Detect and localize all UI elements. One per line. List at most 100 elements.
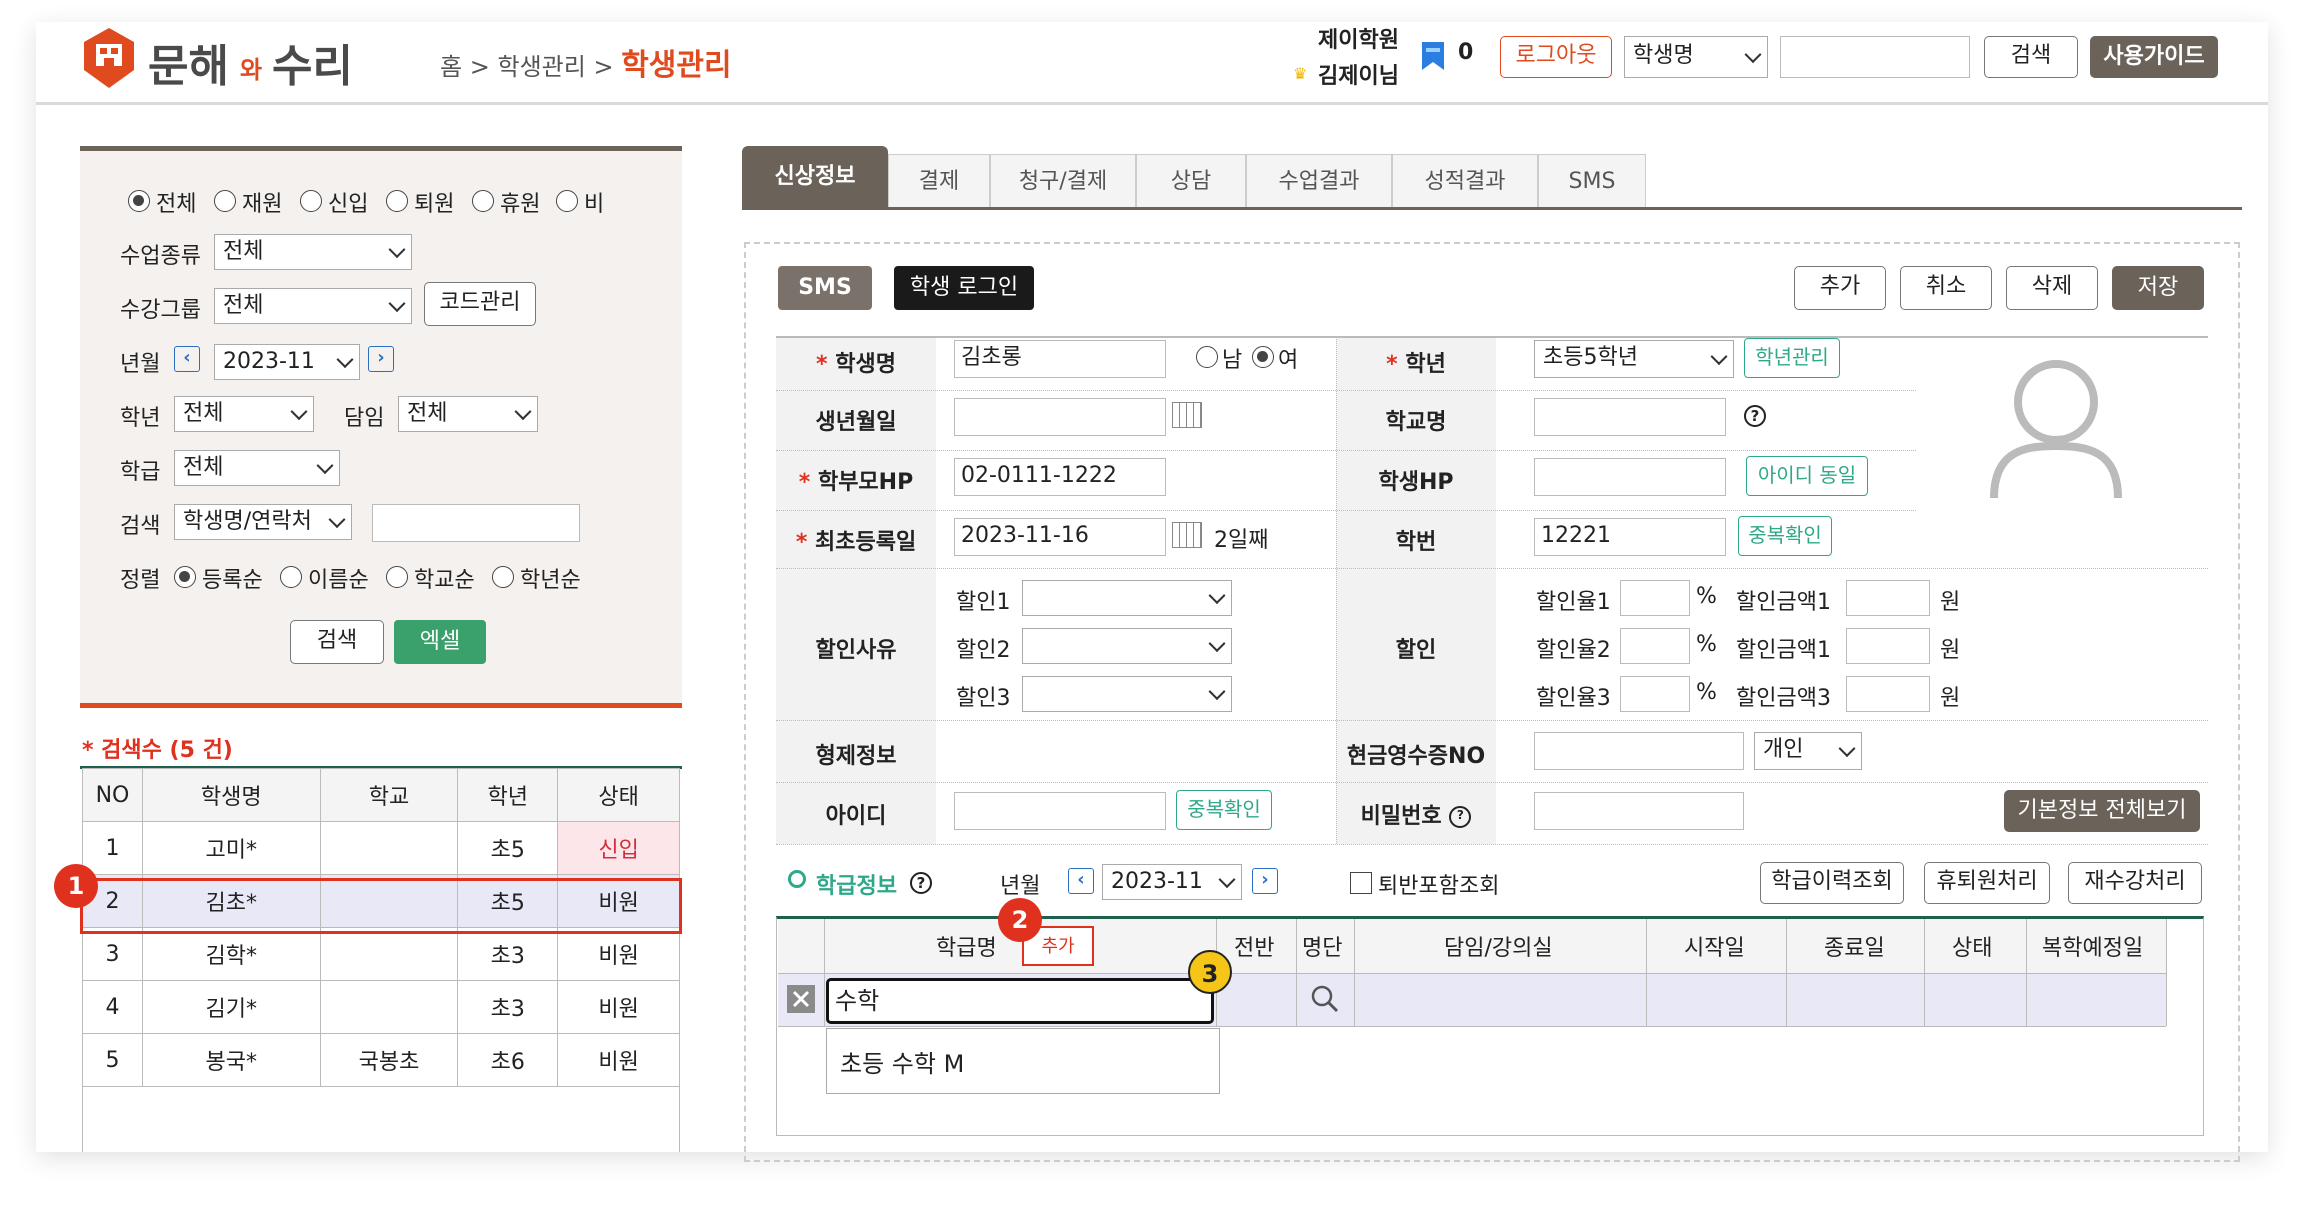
leave-quit-button[interactable]: 휴퇴원처리 [1924,862,2050,904]
same-as-id-button[interactable]: 아이디 동일 [1746,456,1868,496]
col-header-no[interactable]: NO [82,768,143,822]
include-quit-checkbox[interactable] [1350,872,1372,894]
remove-row-icon[interactable] [786,984,816,1014]
table-row[interactable]: 5 봉국* 국봉초 초6 비원 [82,1033,680,1087]
amount-3-input[interactable] [1846,676,1930,712]
id-dup-button[interactable]: 중복확인 [1176,790,1272,830]
student-no-dup-button[interactable]: 중복확인 [1738,516,1832,556]
delete-button[interactable]: 삭제 [2006,266,2098,310]
user-guide-button[interactable]: 사용가이드 [2090,36,2218,78]
parent-hp-input[interactable]: 02-0111-1222 [954,458,1166,496]
calendar-icon[interactable] [1172,522,1202,548]
brand-logo[interactable]: 문해 와 수리 [80,26,370,96]
col-header-name[interactable]: 학생명 [141,768,321,822]
filter-search-input[interactable] [372,504,580,542]
student-hp-input[interactable] [1534,458,1726,496]
class-next-month-button[interactable]: › [1252,868,1278,894]
group-select[interactable]: 전체 [214,288,412,324]
teacher-select[interactable]: 전체 [398,396,538,432]
sms-button[interactable]: SMS [778,266,872,310]
student-grade-select[interactable]: 초등5학년 [1534,340,1734,378]
tab-personal[interactable]: 신상정보 [742,146,888,208]
help-icon[interactable]: ? [1449,806,1472,828]
breadcrumb-home[interactable]: 홈 [440,53,462,81]
gender-female-label: 여 [1278,348,1299,373]
sort-radio-grade[interactable] [492,566,514,588]
next-month-button[interactable]: › [368,346,394,372]
tab-billing[interactable]: 청구/결제 [990,154,1136,208]
ribbon-icon[interactable] [1418,40,1448,76]
header-search-button[interactable]: 검색 [1984,36,2078,78]
discount-2-select[interactable] [1022,628,1232,664]
logout-button[interactable]: 로그아웃 [1500,36,1612,78]
tab-class-result[interactable]: 수업결과 [1246,154,1392,208]
search-field-select[interactable]: 학생명/연락처 [174,504,352,540]
status-radio-quit[interactable] [386,190,408,212]
birth-input[interactable] [954,398,1166,436]
table-row[interactable]: 4 김기* 초3 비원 [82,980,680,1034]
tab-sms[interactable]: SMS [1538,154,1646,208]
cancel-button[interactable]: 취소 [1900,266,1992,310]
grade-management-button[interactable]: 학년관리 [1744,338,1840,378]
tab-payment[interactable]: 결제 [888,154,990,208]
gender-male-radio[interactable] [1196,346,1218,368]
status-radio-new[interactable] [300,190,322,212]
table-row[interactable]: 1 고미* 초5 신입 [82,821,680,875]
retake-button[interactable]: 재수강처리 [2068,862,2202,904]
header-search-select-value: 학생명 [1633,43,1694,68]
save-button[interactable]: 저장 [2112,266,2204,310]
class-name-input[interactable]: 수학 [826,978,1214,1024]
first-reg-input[interactable]: 2023-11-16 [954,518,1166,556]
class-type-select[interactable]: 전체 [214,234,412,270]
header-search-select[interactable]: 학생명 [1624,36,1768,78]
col-header-grade[interactable]: 학년 [457,768,559,822]
receipt-input[interactable] [1534,732,1744,770]
sort-radio-reg[interactable] [174,566,196,588]
calendar-icon[interactable] [1172,402,1202,428]
id-input[interactable] [954,792,1166,830]
amount-1-input[interactable] [1846,580,1930,616]
student-no-input[interactable]: 12221 [1534,518,1726,556]
suggestion-item[interactable]: 초등 수학 M [840,1044,964,1079]
sort-radio-name[interactable] [280,566,302,588]
discount-3-select[interactable] [1022,676,1232,712]
gender-female-radio[interactable] [1252,346,1274,368]
prev-month-button[interactable]: ‹ [174,346,200,372]
status-radio-non[interactable] [556,190,578,212]
table-row[interactable]: 3 김학* 초3 비원 [82,927,680,981]
tab-consult[interactable]: 상담 [1136,154,1246,208]
basic-info-all-button[interactable]: 기본정보 전체보기 [2004,790,2200,832]
ym-select[interactable]: 2023-11 [214,344,360,380]
col-header-school[interactable]: 학교 [319,768,459,822]
excel-button[interactable]: 엑셀 [394,620,486,664]
code-management-button[interactable]: 코드관리 [424,282,536,326]
search-icon[interactable] [1310,984,1340,1014]
sort-radio-school[interactable] [386,566,408,588]
status-radio-enrolled[interactable] [214,190,236,212]
filter-search-button[interactable]: 검색 [290,620,384,664]
rate-2-input[interactable] [1620,628,1690,664]
header-search-input[interactable] [1780,36,1970,78]
rate-1-input[interactable] [1620,580,1690,616]
rate-3-input[interactable] [1620,676,1690,712]
amount-2-input[interactable] [1846,628,1930,664]
col-header-status[interactable]: 상태 [557,768,680,822]
grade-select[interactable]: 전체 [174,396,314,432]
help-icon[interactable]: ? [1744,405,1766,427]
name-input[interactable]: 김초롱 [954,340,1166,378]
breadcrumb-mid[interactable]: 학생관리 [497,53,585,81]
class-history-button[interactable]: 학급이력조회 [1760,862,1904,904]
add-button[interactable]: 추가 [1794,266,1886,310]
class-prev-month-button[interactable]: ‹ [1068,868,1094,894]
password-input[interactable] [1534,792,1744,830]
receipt-type-select[interactable]: 개인 [1754,732,1862,770]
class-ym-select[interactable]: 2023-11 [1102,864,1242,900]
discount-1-select[interactable] [1022,580,1232,616]
status-radio-leave[interactable] [472,190,494,212]
tab-grade-result[interactable]: 성적결과 [1392,154,1538,208]
student-login-button[interactable]: 학생 로그인 [894,266,1034,310]
class-select[interactable]: 전체 [174,450,340,486]
school-input[interactable] [1534,398,1726,436]
help-icon[interactable]: ? [910,872,932,894]
status-radio-all[interactable] [128,190,150,212]
